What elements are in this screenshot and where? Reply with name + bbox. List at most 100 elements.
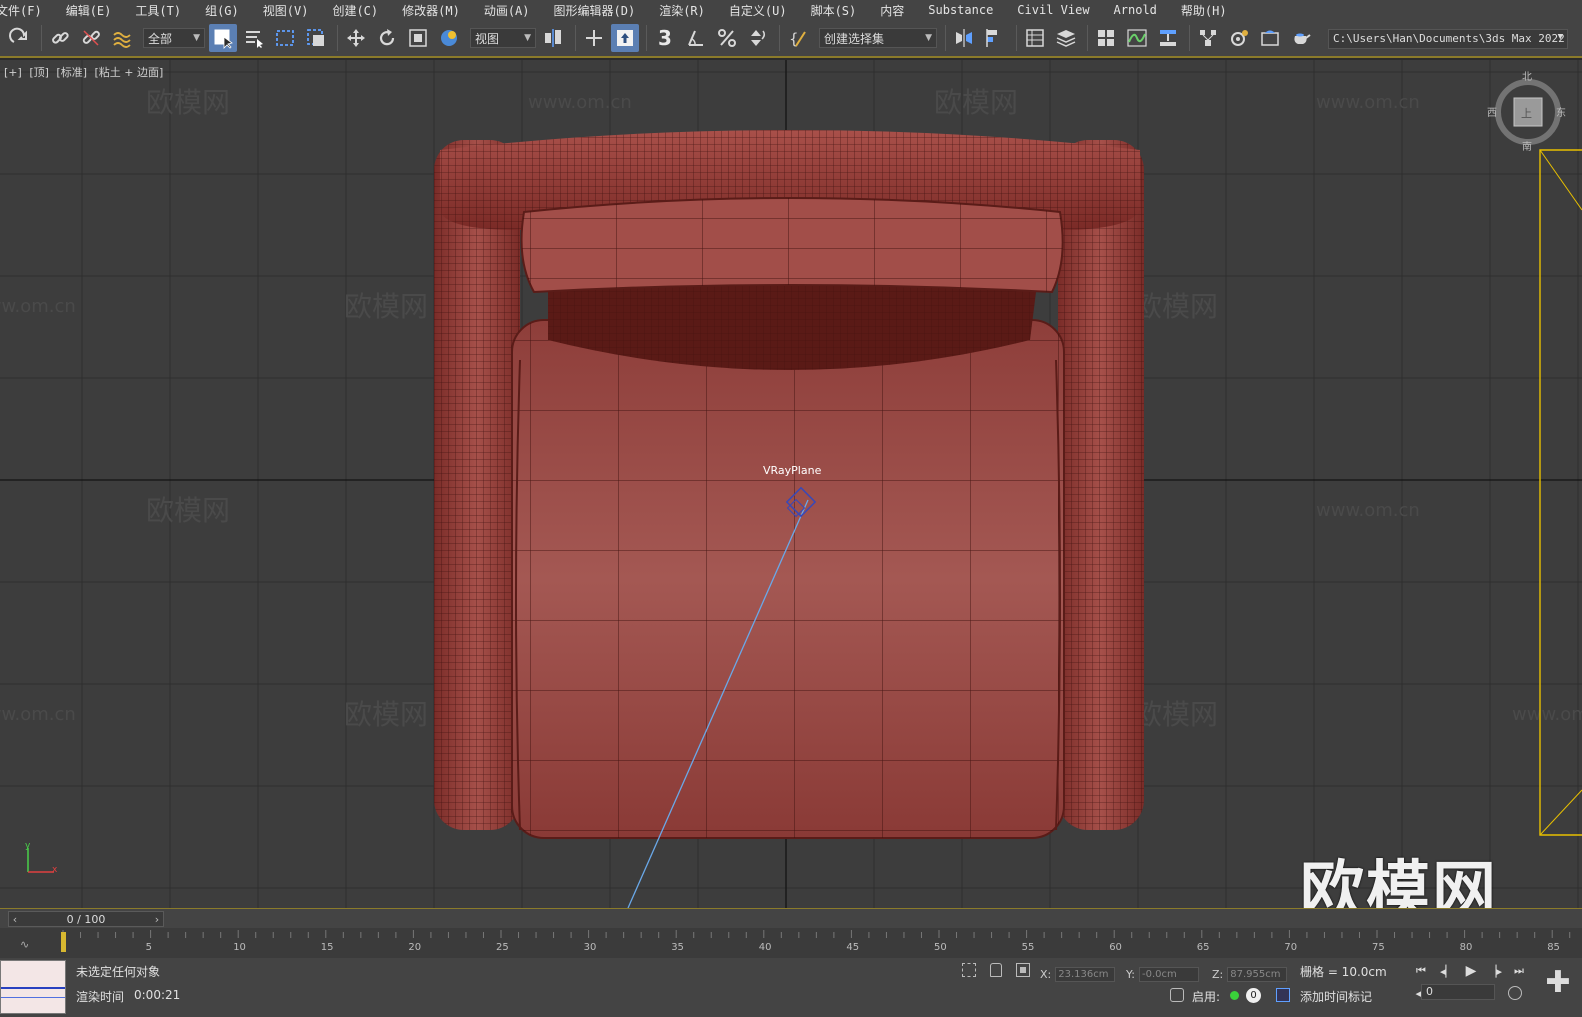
align-button[interactable] xyxy=(981,24,1009,52)
chevron-right-icon[interactable]: › xyxy=(151,913,163,926)
armchair-model[interactable] xyxy=(434,130,1144,839)
menu-item-3[interactable]: 组(G) xyxy=(193,2,251,19)
isolate-toggle-icon[interactable] xyxy=(1170,988,1184,1002)
current-frame-field[interactable]: 0 xyxy=(1421,984,1495,1000)
schematic-view-button[interactable] xyxy=(1154,24,1182,52)
pivot-center-button[interactable] xyxy=(540,24,568,52)
track-bar[interactable]: ∿ 5 10 15 20 25 30 35 40 45 50 55 60 65 70 75 80 85 xyxy=(0,928,1582,958)
place-button[interactable] xyxy=(435,24,463,52)
render-production-button[interactable] xyxy=(1287,24,1315,52)
angle-snap-button[interactable] xyxy=(682,24,710,52)
menu-item-1[interactable]: 编辑(E) xyxy=(54,2,124,19)
viewcube[interactable]: 上 北 西 东 南 xyxy=(1487,71,1566,153)
select-by-name-button[interactable] xyxy=(240,24,268,52)
menu-item-12[interactable]: 内容 xyxy=(868,2,916,19)
select-object-button[interactable] xyxy=(209,24,237,52)
link-button[interactable] xyxy=(46,24,74,52)
menu-item-4[interactable]: 视图(V) xyxy=(251,2,321,19)
time-cursor[interactable] xyxy=(61,932,66,952)
next-frame-button[interactable]: ▕▸ xyxy=(1484,962,1506,980)
curve-editor-mini-icon[interactable]: ∿ xyxy=(20,938,29,951)
named-selection-set-dropdown[interactable]: 创建选择集 ▼ xyxy=(819,28,937,48)
time-slider[interactable]: ‹ 0 / 100 › xyxy=(8,911,164,927)
scene-explorer-button[interactable] xyxy=(1021,24,1049,52)
play-button[interactable]: ▶ xyxy=(1460,962,1482,980)
curve-editor-button[interactable] xyxy=(1123,24,1151,52)
menu-item-9[interactable]: 渲染(R) xyxy=(647,2,717,19)
chevron-left-icon[interactable]: ‹ xyxy=(9,913,21,926)
menu-item-16[interactable]: 帮助(H) xyxy=(1169,2,1239,19)
z-coordinate-value[interactable]: 87.955cm xyxy=(1227,967,1288,982)
viewport-shading-label[interactable]: [粘土 + 边面] xyxy=(95,66,164,79)
y-coordinate-value[interactable]: -0.0cm xyxy=(1138,967,1199,982)
toolbar-separator xyxy=(1087,25,1088,51)
unlink-button[interactable] xyxy=(77,24,105,52)
redo-button[interactable] xyxy=(6,24,34,52)
select-manipulate-button[interactable] xyxy=(580,24,608,52)
z-coordinate[interactable]: Z: 87.955cm xyxy=(1212,966,1288,983)
menu-item-0[interactable]: 文件(F) xyxy=(0,2,54,19)
enable-count-badge: 0 xyxy=(1246,988,1261,1003)
menu-item-11[interactable]: 脚本(S) xyxy=(799,2,869,19)
menu-item-5[interactable]: 创建(C) xyxy=(320,2,390,19)
menu-item-13[interactable]: Substance xyxy=(916,3,1005,17)
spinner-snap-button[interactable] xyxy=(744,24,772,52)
x-coordinate-value[interactable]: 23.136cm xyxy=(1055,967,1116,982)
render-setup-button[interactable] xyxy=(1225,24,1253,52)
bind-spacewarp-button[interactable] xyxy=(108,24,136,52)
viewport-nav-maximize-button[interactable]: ✚ xyxy=(1542,965,1574,1000)
layer-explorer-button[interactable] xyxy=(1052,24,1080,52)
move-button[interactable] xyxy=(342,24,370,52)
viewport-label[interactable]: [+] [顶] [标准] [粘土 + 边面] xyxy=(4,64,167,80)
toggle-ribbon-button[interactable] xyxy=(1092,24,1120,52)
move-icon xyxy=(347,29,365,47)
viewport-canvas: 欧模网 www.om.cn 欧模网 www.om.cn www.om.cn 欧模… xyxy=(0,60,1582,908)
project-path-field[interactable]: C:\Users\Han\Documents\3ds Max 2022 ▼ xyxy=(1328,29,1568,49)
mirror-button[interactable] xyxy=(950,24,978,52)
y-coordinate[interactable]: Y: -0.0cm xyxy=(1126,966,1199,983)
menu-item-7[interactable]: 动画(A) xyxy=(472,2,542,19)
viewport-menu-label[interactable]: [+] xyxy=(4,66,22,79)
isolate-selection-icon[interactable] xyxy=(962,963,976,977)
add-time-tag-label[interactable]: 添加时间标记 xyxy=(1300,988,1372,1005)
go-to-start-button[interactable]: ⏮ xyxy=(1410,962,1432,980)
render-setup-icon xyxy=(1231,30,1248,46)
menu-item-10[interactable]: 自定义(U) xyxy=(717,2,799,19)
material-editor-button[interactable] xyxy=(1194,24,1222,52)
absolute-mode-icon[interactable] xyxy=(1016,963,1030,977)
align-icon xyxy=(986,29,997,47)
viewport-standard-label[interactable]: [标准] xyxy=(56,66,87,79)
watermark-logo: 欧模网 xyxy=(1134,290,1218,323)
viewport-pov-label[interactable]: [顶] xyxy=(29,66,49,79)
rendered-frame-window-button[interactable] xyxy=(1256,24,1284,52)
track-tick-label: 55 xyxy=(1022,942,1035,953)
keyboard-shortcut-override-button[interactable] xyxy=(611,24,639,52)
go-to-end-button[interactable]: ⏭ xyxy=(1508,962,1530,980)
selection-filter-dropdown[interactable]: 全部 ▼ xyxy=(143,28,205,48)
menu-item-6[interactable]: 修改器(M) xyxy=(390,2,472,19)
scale-button[interactable] xyxy=(404,24,432,52)
edit-named-selection-button[interactable]: { xyxy=(784,24,812,52)
menu-item-15[interactable]: Arnold xyxy=(1102,3,1169,17)
menu-item-2[interactable]: 工具(T) xyxy=(123,2,193,19)
selection-lock-icon[interactable] xyxy=(990,963,1002,977)
viewcube-west: 西 xyxy=(1487,108,1497,119)
percent-snap-button[interactable] xyxy=(713,24,741,52)
rect-selection-region-button[interactable] xyxy=(271,24,299,52)
add-time-tag-icon[interactable] xyxy=(1276,988,1290,1002)
top-viewport[interactable]: 欧模网 www.om.cn 欧模网 www.om.cn www.om.cn 欧模… xyxy=(0,60,1582,908)
track-tick-label: 45 xyxy=(846,942,859,953)
viewcube-east: 东 xyxy=(1556,106,1566,119)
snaps-toggle-button[interactable]: 3 xyxy=(651,24,679,52)
rotate-button[interactable] xyxy=(373,24,401,52)
menu-item-8[interactable]: 图形编辑器(D) xyxy=(542,2,648,19)
named-selection-icon: { xyxy=(789,30,806,48)
menu-item-14[interactable]: Civil View xyxy=(1005,3,1101,17)
time-config-icon[interactable] xyxy=(1508,986,1522,1000)
x-coordinate[interactable]: X: 23.136cm xyxy=(1040,966,1116,983)
big-watermark: 欧模网 xyxy=(1300,855,1498,908)
maxscript-listener-mini[interactable] xyxy=(0,960,66,1014)
previous-frame-button[interactable]: ◂▏ xyxy=(1436,962,1458,980)
reference-coordinate-dropdown[interactable]: 视图 ▼ xyxy=(470,28,536,48)
window-crossing-button[interactable] xyxy=(302,24,330,52)
